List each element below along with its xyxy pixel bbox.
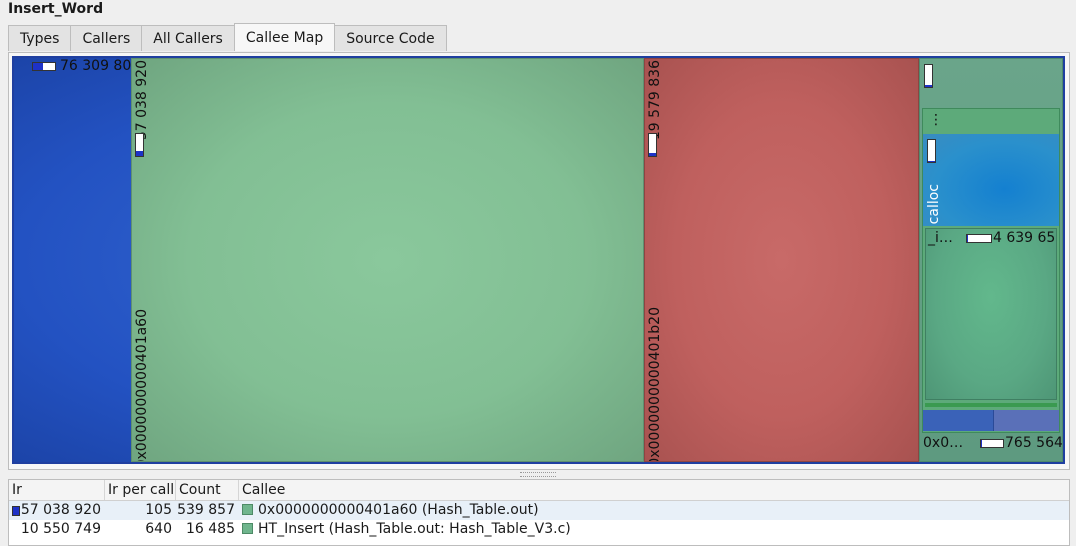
treemap-block-401b20[interactable]: 19 579 836 0x0000000000401b20 [644,58,919,462]
row-ir-per-call: 640 [145,521,172,537]
function-color-icon [242,523,253,534]
col-count[interactable]: Count [176,480,239,500]
row-count: 539 857 [177,502,235,518]
block-401b20-bar [648,133,657,157]
function-color-icon [242,504,253,515]
insert-name-label: _i… [928,230,953,246]
calloc-label: calloc [926,184,942,225]
window-title: Insert_Word [8,1,104,17]
table-row[interactable]: 57 038 920 105 539 857 0x0000000000401a6… [9,501,1069,520]
callee-table: Ir Ir per call Count Callee 57 038 920 1… [8,479,1070,546]
treemap-small-blocks[interactable] [923,410,1059,431]
tab-source-code[interactable]: Source Code [334,25,447,51]
row-callee-name: 0x0000000000401a60 (Hash_Table.out) [258,502,539,518]
treemap-insert[interactable]: _i… 4 639 655 [925,228,1057,400]
side-top-bar [924,64,933,88]
treemap-block-401a60[interactable]: 57 038 920 0x0000000000401a60 [131,58,644,462]
block-401b20-cost: 19 579 836 [647,60,663,141]
callee-map-panel: 76 309 806 57 038 920 0x0000000000401a60… [8,52,1070,470]
treemap-side-column[interactable]: ⋮ calloc _i… 4 639 655 0x0… [919,58,1063,462]
callee-treemap[interactable]: 76 309 806 57 038 920 0x0000000000401a60… [12,56,1065,464]
block-401a60-cost: 57 038 920 [134,60,150,141]
tab-callee-map[interactable]: Callee Map [233,23,336,51]
cost-bar-icon [12,506,20,516]
root-cost-bar [32,62,56,71]
table-header: Ir Ir per call Count Callee [9,480,1069,501]
treemap-side-child[interactable]: ⋮ calloc _i… 4 639 655 [922,108,1060,433]
treemap-calloc[interactable]: calloc [923,134,1059,226]
row-callee: 0x0000000000401a60 (Hash_Table.out) [239,501,1069,520]
insert-cost-bar [966,234,992,243]
row-ir: 10 550 749 [20,521,101,537]
treemap-small-strip [925,403,1057,407]
side-ellipsis-label: ⋮ [929,112,943,128]
block-401b20-name: 0x0000000000401b20 [647,307,663,462]
col-ir-per-call[interactable]: Ir per call [105,480,176,500]
col-callee[interactable]: Callee [239,480,1069,500]
tab-bar: Types Callers All Callers Callee Map Sou… [8,23,447,52]
tab-callers[interactable]: Callers [70,25,143,51]
treemap-small-block-b [993,410,1059,431]
insert-cost-label: 4 639 655 [993,230,1056,246]
root-cost-label: 76 309 806 [60,58,141,74]
side-bottom-bar [980,439,1004,448]
col-ir[interactable]: Ir [9,480,105,500]
row-callee: HT_Insert (Hash_Table.out: Hash_Table_V3… [239,520,1069,539]
row-ir: 57 038 920 [9,501,105,520]
tab-all-callers[interactable]: All Callers [141,25,235,51]
row-callee-name: HT_Insert (Hash_Table.out: Hash_Table_V3… [258,521,571,537]
block-401a60-bar [135,133,144,157]
row-ir-value: 57 038 920 [20,502,101,518]
block-401a60-name: 0x0000000000401a60 [134,309,150,462]
table-row[interactable]: 10 550 749 640 16 485 HT_Insert (Hash_Ta… [9,520,1069,539]
panel-splitter[interactable] [520,472,556,477]
side-bottom-cost: 765 564 [1005,435,1063,451]
side-bottom-name: 0x0… [923,435,964,451]
tab-types[interactable]: Types [8,25,72,51]
calloc-bar [927,139,936,163]
row-count: 16 485 [186,521,235,537]
row-ir-per-call: 105 [145,502,172,518]
